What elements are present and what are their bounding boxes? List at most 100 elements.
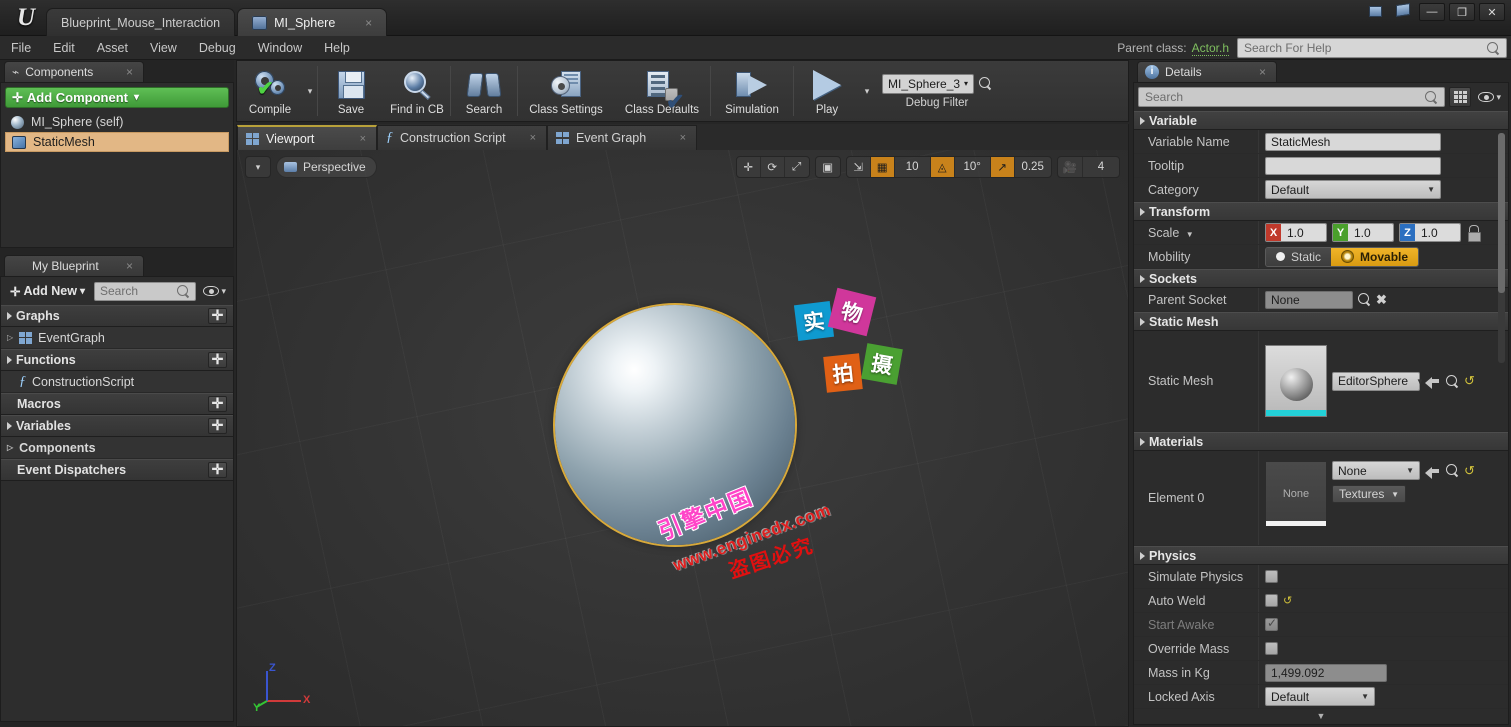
add-variable-button[interactable]: ✛ <box>208 418 227 434</box>
category-combo[interactable]: Default ▼ <box>1265 180 1441 199</box>
add-function-button[interactable]: ✛ <box>208 352 227 368</box>
close-icon[interactable]: × <box>108 259 133 273</box>
parent-socket-field[interactable]: None <box>1265 291 1353 309</box>
translate-icon[interactable]: ✛ <box>737 156 761 178</box>
clear-socket-icon[interactable]: ✖ <box>1376 292 1387 308</box>
tab-event-graph[interactable]: Event Graph × <box>547 125 697 150</box>
browse-icon[interactable] <box>1446 375 1459 388</box>
view-mode-button[interactable]: Perspective <box>276 156 377 178</box>
menu-edit[interactable]: Edit <box>42 36 86 60</box>
use-selected-asset-icon[interactable] <box>1425 374 1441 388</box>
menu-help[interactable]: Help <box>313 36 361 60</box>
menu-debug[interactable]: Debug <box>188 36 247 60</box>
close-icon[interactable]: × <box>1241 65 1266 79</box>
close-icon[interactable]: × <box>343 16 372 30</box>
surface-snap-icon[interactable]: ⇲ <box>847 156 871 178</box>
scale-z-field[interactable]: Z 1.0 <box>1399 223 1461 242</box>
details-scrollbar[interactable] <box>1498 133 1505 363</box>
tab-components[interactable]: ⌁ Components × <box>4 61 144 82</box>
scale-y-field[interactable]: Y 1.0 <box>1332 223 1394 242</box>
category-static-mesh[interactable]: Static Mesh <box>1134 312 1508 331</box>
class-defaults-button[interactable]: ✔ Class Defaults <box>614 61 710 121</box>
play-button[interactable]: Play <box>794 61 860 121</box>
rotate-icon[interactable]: ⟳ <box>761 156 785 178</box>
minimize-button[interactable]: — <box>1419 3 1445 21</box>
simulation-button[interactable]: Simulation <box>711 61 793 121</box>
compile-options-caret[interactable]: ▾ <box>303 61 317 121</box>
component-row-self[interactable]: MI_Sphere (self) <box>5 112 229 132</box>
tooltip-input[interactable] <box>1265 157 1441 175</box>
camera-icon[interactable]: 🎥 <box>1058 156 1083 178</box>
layout-icon-2[interactable] <box>1393 2 1415 22</box>
world-coord-icon[interactable]: ▣ <box>816 156 840 178</box>
material-asset-combo[interactable]: None ▼ <box>1332 461 1420 480</box>
scale-snap-value[interactable]: 0.25 <box>1015 156 1051 178</box>
layout-icon-1[interactable] <box>1367 2 1389 22</box>
mobility-static-option[interactable]: Static <box>1266 248 1331 266</box>
details-view-options-button[interactable] <box>1449 87 1471 107</box>
class-settings-button[interactable]: Class Settings <box>518 61 614 121</box>
tab-my-blueprint[interactable]: My Blueprint × <box>4 255 144 276</box>
viewport-options-caret[interactable]: ▾ <box>246 156 270 178</box>
close-icon[interactable]: × <box>108 65 133 79</box>
camera-speed-value[interactable]: 4 <box>1083 156 1119 178</box>
add-component-button[interactable]: ✛ Add Component ▾ <box>5 87 229 108</box>
save-button[interactable]: Save <box>318 61 384 121</box>
grid-snap-toggle[interactable]: ▦ <box>871 156 895 178</box>
scale-snap-toggle[interactable]: ↗ <box>991 156 1015 178</box>
sphere-thumbnail[interactable] <box>1265 345 1327 417</box>
browse-icon[interactable] <box>1446 464 1459 477</box>
variable-group-components[interactable]: ▷ Components <box>1 437 233 459</box>
static-mesh-asset-combo[interactable]: EditorSphere ▼ <box>1332 372 1420 391</box>
visibility-options-button[interactable]: ▾ <box>200 286 229 297</box>
reset-icon[interactable]: ↺ <box>1283 594 1292 607</box>
my-blueprint-search-input[interactable]: Search <box>94 282 196 301</box>
category-sockets[interactable]: Sockets <box>1134 269 1508 288</box>
menu-view[interactable]: View <box>139 36 188 60</box>
tab-viewport[interactable]: Viewport × <box>237 125 377 150</box>
mobility-movable-option[interactable]: Movable <box>1331 248 1418 266</box>
section-macros[interactable]: Macros ✛ <box>1 393 233 415</box>
scale-x-field[interactable]: X 1.0 <box>1265 223 1327 242</box>
function-item-constructionscript[interactable]: ƒ ConstructionScript <box>1 371 233 393</box>
details-visibility-button[interactable]: ▾ <box>1475 92 1504 103</box>
maximize-button[interactable]: ❐ <box>1449 3 1475 21</box>
window-tab-blueprint-mouse-interaction[interactable]: Blueprint_Mouse_Interaction <box>46 8 235 36</box>
category-variable[interactable]: Variable <box>1134 111 1508 130</box>
section-variables[interactable]: Variables ✛ <box>1 415 233 437</box>
textures-button[interactable]: Textures ▼ <box>1332 485 1406 503</box>
close-icon[interactable]: × <box>514 132 536 144</box>
tab-construction-script[interactable]: ƒ Construction Script × <box>377 125 547 150</box>
rotation-snap-toggle[interactable]: ◬ <box>931 156 955 178</box>
viewport-3d[interactable]: 引擎中国 www.enginedx.com 盗图必究 实 物 拍 摄 ▾ Per… <box>236 150 1129 727</box>
menu-asset[interactable]: Asset <box>86 36 139 60</box>
parent-class-link[interactable]: Actor.h <box>1192 41 1229 56</box>
reset-icon[interactable]: ↺ <box>1464 463 1475 479</box>
section-graphs[interactable]: Graphs ✛ <box>1 305 233 327</box>
category-physics[interactable]: Physics <box>1134 546 1508 565</box>
browse-icon[interactable] <box>1358 293 1371 306</box>
section-event-dispatchers[interactable]: Event Dispatchers ✛ <box>1 459 233 481</box>
add-new-button[interactable]: ✛ Add New ▾ <box>5 281 90 301</box>
close-window-button[interactable]: ✕ <box>1479 3 1505 21</box>
variable-name-input[interactable]: StaticMesh <box>1265 133 1441 151</box>
category-transform[interactable]: Transform <box>1134 202 1508 221</box>
close-icon[interactable]: × <box>664 132 686 144</box>
window-tab-mi-sphere[interactable]: MI_Sphere × <box>237 8 387 36</box>
details-search-input[interactable]: Search <box>1138 87 1445 107</box>
debug-filter-combo[interactable]: MI_Sphere_3 ▾ <box>882 74 974 94</box>
menu-window[interactable]: Window <box>247 36 313 60</box>
simulate-physics-checkbox[interactable] <box>1265 570 1278 583</box>
tab-details[interactable]: i Details × <box>1137 61 1277 82</box>
none-thumbnail[interactable]: None <box>1265 461 1327 527</box>
lock-icon[interactable] <box>1466 225 1481 241</box>
category-materials[interactable]: Materials <box>1134 432 1508 451</box>
rotation-snap-value[interactable]: 10° <box>955 156 991 178</box>
grid-snap-value[interactable]: 10 <box>895 156 931 178</box>
reset-icon[interactable]: ↺ <box>1464 373 1475 389</box>
auto-weld-checkbox[interactable] <box>1265 594 1278 607</box>
graph-item-eventgraph[interactable]: ▷ EventGraph <box>1 327 233 349</box>
compile-button[interactable]: ✔ Compile <box>237 61 303 121</box>
override-mass-checkbox[interactable] <box>1265 642 1278 655</box>
find-in-cb-button[interactable]: Find in CB <box>384 61 450 121</box>
